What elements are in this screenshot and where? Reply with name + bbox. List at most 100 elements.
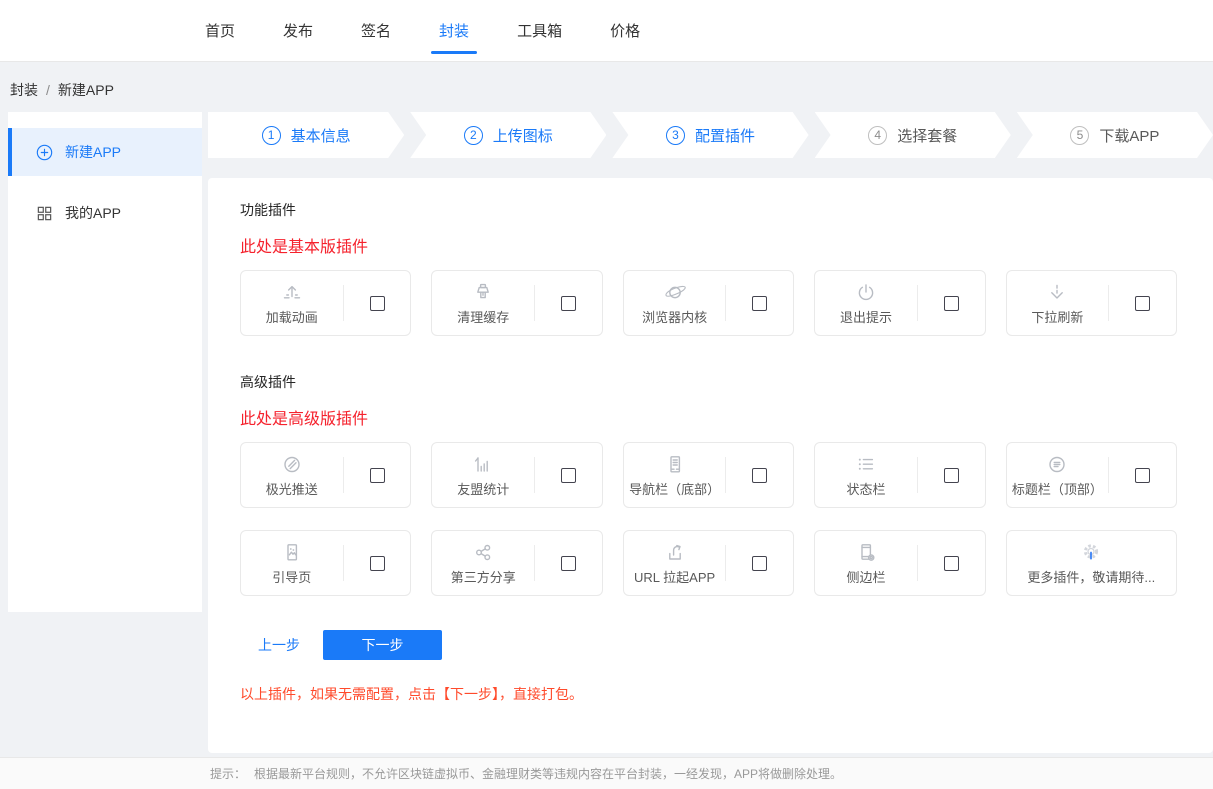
- plugin-info: 下拉刷新: [1007, 280, 1109, 326]
- nav-item-3[interactable]: 封装: [439, 0, 469, 61]
- breadcrumb-separator: /: [46, 82, 50, 98]
- prev-step-link[interactable]: 上一步: [258, 635, 300, 655]
- nav-item-5[interactable]: 价格: [610, 0, 640, 61]
- wizard-step-1[interactable]: 1 基本信息: [208, 112, 404, 158]
- plugin-card[interactable]: 极光推送: [240, 442, 411, 508]
- plugin-checkbox[interactable]: [561, 296, 576, 311]
- plugin-card[interactable]: 浏览器内核: [623, 270, 794, 336]
- step-number: 3: [666, 126, 685, 145]
- plugin-card[interactable]: 标题栏（顶部）: [1006, 442, 1177, 508]
- plugin-info: 友盟统计: [432, 452, 534, 498]
- checkbox-area: [726, 556, 793, 571]
- plugin-info: 导航栏（底部）: [624, 452, 726, 498]
- plugin-label: 更多插件，敬请期待...: [1027, 567, 1155, 586]
- plugin-checkbox[interactable]: [752, 468, 767, 483]
- plugin-card[interactable]: 导航栏（底部）: [623, 442, 794, 508]
- status-bar-icon: [853, 452, 879, 478]
- exit-prompt-icon: [853, 280, 879, 306]
- grid-icon: [36, 205, 53, 222]
- jpush-icon: [279, 452, 305, 478]
- step-label: 基本信息: [291, 125, 351, 146]
- top-nav: 首页发布签名封装 工具箱 价格: [0, 0, 1213, 62]
- plugin-checkbox[interactable]: [561, 556, 576, 571]
- plugin-info: 引导页: [241, 540, 343, 586]
- plugin-checkbox[interactable]: [944, 556, 959, 571]
- plugin-label: 退出提示: [840, 307, 892, 326]
- url-launch-icon: [662, 540, 688, 566]
- sidebar-plugin-icon: [853, 540, 879, 566]
- step-wizard: 1 基本信息 2上传图标3配置插件4选择套餐 5 下载APP: [208, 112, 1213, 158]
- plugin-card[interactable]: 下拉刷新: [1006, 270, 1177, 336]
- wizard-step-4[interactable]: 4选择套餐: [815, 112, 1011, 158]
- step-label: 上传图标: [493, 125, 553, 146]
- plugin-card[interactable]: 加载动画: [240, 270, 411, 336]
- share-icon: [470, 540, 496, 566]
- packaging-note: 以上插件，如果无需配置，点击【下一步】，直接打包。: [240, 684, 1177, 704]
- sidebar-item-1[interactable]: 我的APP: [8, 189, 202, 237]
- checkbox-area: [918, 468, 985, 483]
- sidebar: 新建APP 我的APP: [8, 112, 202, 612]
- wizard-step-5[interactable]: 5 下载APP: [1017, 112, 1213, 158]
- plugin-label: 浏览器内核: [642, 307, 707, 326]
- plugin-checkbox[interactable]: [1135, 468, 1150, 483]
- footer-notice: 提示： 根据最新平台规则，不允许区块链虚拟币、金融理财类等违规内容在平台封装，一…: [0, 757, 1213, 789]
- plugin-card[interactable]: 清理缓存: [431, 270, 602, 336]
- sidebar-item-label: 我的APP: [65, 203, 121, 223]
- nav-item-2[interactable]: 签名: [361, 0, 391, 61]
- step-label: 下载APP: [1099, 125, 1159, 146]
- checkbox-area: [344, 296, 411, 311]
- plugin-label: 标题栏（顶部）: [1012, 479, 1103, 498]
- content-panel: 功能插件 此处是基本版插件 加载动画清理缓存浏览器内核退出提示下拉刷新 高级插件…: [208, 178, 1213, 753]
- umeng-stats-icon: [470, 452, 496, 478]
- plugin-checkbox[interactable]: [561, 468, 576, 483]
- plugin-card[interactable]: 侧边栏: [814, 530, 985, 596]
- advanced-plugins-section: 高级插件 此处是高级版插件 极光推送友盟统计导航栏（底部）状态栏标题栏（顶部）引…: [240, 372, 1177, 596]
- checkbox-area: [535, 556, 602, 571]
- plugin-checkbox[interactable]: [370, 556, 385, 571]
- sidebar-item-label: 新建APP: [65, 142, 121, 162]
- guide-page-icon: [279, 540, 305, 566]
- plugin-info: 标题栏（顶部）: [1007, 452, 1109, 498]
- plugin-checkbox[interactable]: [1135, 296, 1150, 311]
- clear-cache-icon: [470, 280, 496, 306]
- nav-item-1[interactable]: 发布: [283, 0, 313, 61]
- next-step-button[interactable]: 下一步: [323, 630, 442, 660]
- plugin-card[interactable]: 友盟统计: [431, 442, 602, 508]
- wizard-step-3[interactable]: 3配置插件: [612, 112, 808, 158]
- wizard-step-2[interactable]: 2上传图标: [410, 112, 606, 158]
- checkbox-area: [918, 296, 985, 311]
- checkbox-area: [726, 296, 793, 311]
- actions-row: 上一步 下一步: [240, 630, 1177, 660]
- plugin-checkbox[interactable]: [370, 296, 385, 311]
- checkbox-area: [535, 468, 602, 483]
- plugin-grid-advanced: 极光推送 友盟统计 导航栏（底部） 状态栏标题栏（顶部） 引导页 第三方分享 URL 拉起A…: [240, 442, 1177, 596]
- browser-core-icon: [660, 280, 690, 306]
- plugin-label: URL 拉起APP: [634, 567, 715, 586]
- plugin-card[interactable]: 引导页: [240, 530, 411, 596]
- nav-item-4[interactable]: 工具箱: [517, 0, 562, 61]
- plugin-card[interactable]: URL 拉起APP: [623, 530, 794, 596]
- checkbox-area: [344, 468, 411, 483]
- nav-item-0[interactable]: 首页: [205, 0, 235, 61]
- plugin-info: 侧边栏: [815, 540, 917, 586]
- step-number: 1: [262, 126, 281, 145]
- step-number: 4: [868, 126, 887, 145]
- plugin-checkbox[interactable]: [944, 468, 959, 483]
- pull-refresh-icon: [1044, 280, 1070, 306]
- section-hint: 此处是基本版插件: [240, 233, 1177, 257]
- loading-animation-icon: [279, 280, 305, 306]
- plugin-checkbox[interactable]: [752, 556, 767, 571]
- plugin-checkbox[interactable]: [752, 296, 767, 311]
- breadcrumb-section[interactable]: 封装: [10, 82, 38, 98]
- plugin-card[interactable]: 更多插件，敬请期待...: [1006, 530, 1177, 596]
- plugin-card[interactable]: 退出提示: [814, 270, 985, 336]
- plugin-info: 极光推送: [241, 452, 343, 498]
- plugin-card[interactable]: 第三方分享: [431, 530, 602, 596]
- step-number: 5: [1070, 126, 1089, 145]
- plugin-info: 清理缓存: [432, 280, 534, 326]
- plugin-checkbox[interactable]: [370, 468, 385, 483]
- plugin-checkbox[interactable]: [944, 296, 959, 311]
- plugin-label: 引导页: [272, 567, 311, 586]
- plugin-card[interactable]: 状态栏: [814, 442, 985, 508]
- sidebar-item-0[interactable]: 新建APP: [8, 128, 202, 176]
